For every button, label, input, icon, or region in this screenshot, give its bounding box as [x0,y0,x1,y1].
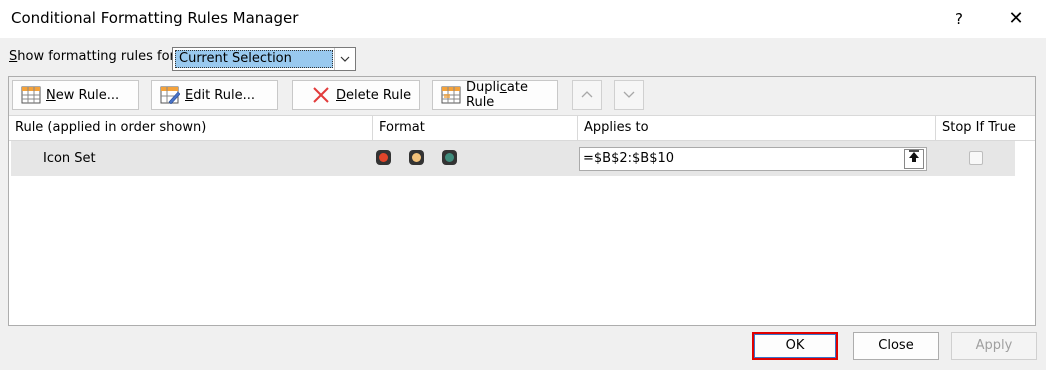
new-rule-button[interactable]: New Rule... [12,80,139,110]
applies-to-field[interactable]: =$B$2:$B$10 [579,147,927,171]
ok-button[interactable]: OK [752,332,838,360]
delete-rule-button[interactable]: Delete Rule [292,80,420,110]
close-button[interactable]: Close [853,332,939,360]
delete-x-icon [311,86,331,104]
apply-button[interactable]: Apply [951,332,1037,360]
edit-rule-icon [160,86,181,105]
move-up-button[interactable] [572,80,602,110]
move-down-button[interactable] [614,80,644,110]
duplicate-rule-icon [441,86,461,104]
title-bar: Conditional Formatting Rules Manager ? ✕ [0,0,1046,38]
column-header-rule[interactable]: Rule (applied in order shown) [9,116,373,140]
close-icon[interactable]: ✕ [1002,6,1030,32]
edit-rule-button[interactable]: Edit Rule... [151,80,278,110]
rules-table-header: Rule (applied in order shown) Format App… [9,115,1035,141]
column-header-applies-to[interactable]: Applies to [578,116,936,140]
help-button[interactable]: ? [946,6,972,32]
duplicate-rule-button[interactable]: Duplicate Rule [432,80,558,110]
yellow-circle-icon [409,150,424,165]
new-rule-label: New Rule... [46,87,120,103]
chevron-down-icon [623,91,635,98]
stop-if-true-checkbox[interactable] [969,151,983,165]
show-rules-label: Show formatting rules for: [9,49,180,64]
new-rule-icon [21,86,41,104]
applies-to-value[interactable]: =$B$2:$B$10 [583,151,674,166]
chevron-up-icon [581,91,593,98]
dialog-title: Conditional Formatting Rules Manager [11,9,299,27]
column-header-stop-if-true[interactable]: Stop If True [936,116,1035,140]
rules-toolbar: New Rule... Edit Rule... Delete Rule Dup… [9,77,1035,115]
show-rules-dropdown[interactable]: Current Selection [172,47,356,71]
delete-rule-label: Delete Rule [336,87,412,103]
column-header-format[interactable]: Format [373,116,578,140]
collapse-dialog-icon[interactable] [904,149,924,169]
duplicate-rule-label: Duplicate Rule [466,80,528,110]
chevron-down-icon[interactable] [334,48,355,70]
red-circle-icon [376,150,391,165]
green-circle-icon [442,150,457,165]
table-row[interactable]: Icon Set =$B$2:$B$10 [11,141,1015,176]
rules-panel: New Rule... Edit Rule... Delete Rule Dup… [8,76,1036,326]
show-rules-selected-value[interactable]: Current Selection [175,50,333,68]
rule-name: Icon Set [43,151,96,166]
edit-rule-label: Edit Rule... [185,87,256,103]
